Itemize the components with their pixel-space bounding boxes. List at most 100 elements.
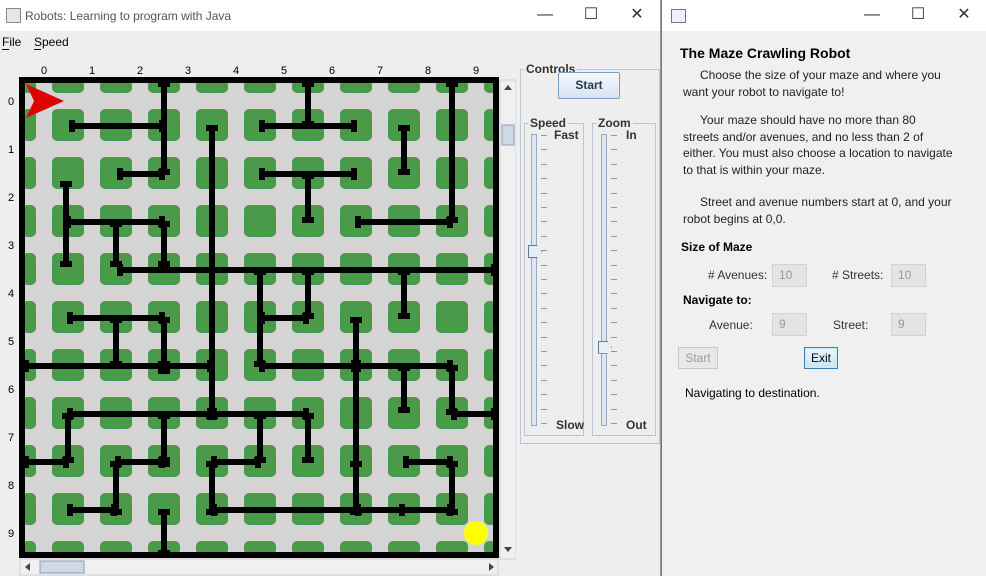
controls-start-button[interactable]: Start: [558, 72, 620, 99]
wall-post: [158, 413, 170, 419]
wall-post: [302, 269, 314, 275]
wall-post: [447, 216, 453, 228]
maximize-icon[interactable]: ☐: [568, 0, 614, 31]
wall-post: [110, 221, 122, 227]
dialog-heading: The Maze Crawling Robot: [680, 45, 851, 61]
wall-post: [60, 261, 72, 267]
wall-post: [302, 217, 314, 223]
slider-tick: [541, 408, 547, 410]
slider-tick: [611, 235, 617, 237]
avenue-label: 8: [425, 65, 431, 77]
wall-post: [67, 504, 73, 516]
wall-post: [159, 168, 165, 180]
nav-street-field[interactable]: 9: [891, 313, 926, 336]
menu-speed[interactable]: Speed: [34, 35, 69, 49]
start-button[interactable]: Start: [678, 347, 718, 369]
maximize-icon[interactable]: ☐: [895, 0, 941, 31]
size-heading: Size of Maze: [681, 240, 753, 254]
slider-tick: [611, 379, 617, 381]
close-icon[interactable]: ✕: [614, 0, 660, 31]
wall-post: [447, 504, 453, 516]
slider-tick: [541, 379, 547, 381]
wall-post: [350, 317, 362, 323]
slider-tick: [541, 192, 547, 194]
wall-post: [117, 168, 123, 180]
wall-post: [398, 125, 410, 131]
street-label: 0: [8, 96, 14, 108]
intro-paragraph: Choose the size of your maze and where y…: [683, 68, 941, 99]
destination-marker: [464, 521, 488, 545]
avenue-label: 4: [233, 65, 239, 77]
speed-slow-label: Slow: [556, 418, 585, 432]
maze-view[interactable]: 0 1 2 3 4 5 6 7 8 9 0 1 2 3 4 5 6 7 8 9: [0, 53, 516, 576]
wall-post: [254, 413, 266, 419]
city-block: [244, 205, 276, 237]
slider-tick: [541, 351, 547, 352]
slider-tick: [611, 336, 617, 338]
street-label: 1: [8, 144, 14, 156]
slider-tick: [541, 235, 547, 237]
wall-post: [63, 456, 69, 468]
avenue-label: 6: [329, 65, 335, 77]
wall-post: [302, 173, 314, 179]
street-label: 8: [8, 480, 14, 492]
wall-post: [399, 504, 405, 516]
menu-bar: File Speed: [0, 31, 660, 53]
streets-field[interactable]: 10: [891, 264, 926, 287]
slider-tick: [541, 279, 547, 280]
dialog-title-bar: — ☐ ✕: [662, 0, 986, 31]
speed-slider-track[interactable]: [531, 134, 537, 426]
speed-fast-label: Fast: [554, 128, 579, 142]
maze-canvas: 0 1 2 3 4 5 6 7 8 9 0 1 2 3 4 5 6 7 8 9: [8, 65, 516, 576]
avenue-label: 9: [473, 65, 479, 77]
wall-post: [65, 216, 71, 228]
exit-button[interactable]: Exit: [804, 347, 838, 369]
wall-post: [158, 261, 170, 267]
slider-tick: [541, 423, 547, 424]
slider-tick: [541, 135, 547, 136]
street-label: 6: [8, 384, 14, 396]
minimize-icon[interactable]: —: [522, 0, 568, 31]
wall-post: [211, 408, 217, 420]
slider-tick: [541, 207, 547, 208]
slider-tick: [611, 307, 617, 309]
horizontal-scroll-thumb: [39, 560, 85, 574]
wall-post: [211, 504, 217, 516]
close-icon[interactable]: ✕: [941, 0, 986, 31]
wall-post: [69, 120, 75, 132]
mnemonic-underline: [2, 49, 9, 50]
slider-tick: [541, 365, 547, 367]
dialog-window: — ☐ ✕ The Maze Crawling Robot Choose the…: [661, 0, 986, 576]
title-bar: Robots: Learning to program with Java — …: [0, 0, 660, 31]
slider-tick: [541, 307, 547, 309]
wall-post: [355, 216, 361, 228]
nav-avenue-field[interactable]: 9: [772, 313, 807, 336]
zoom-slider-track[interactable]: [601, 134, 607, 426]
slider-tick: [611, 394, 617, 396]
wall-post: [110, 361, 122, 367]
wall-post: [302, 457, 314, 463]
city-block: [436, 301, 468, 333]
wall-post: [117, 264, 123, 276]
wall-post: [355, 360, 361, 372]
zoom-in-label: In: [626, 128, 637, 142]
wall-post: [62, 413, 74, 419]
slider-tick: [611, 351, 617, 352]
avenues-field[interactable]: 10: [772, 264, 807, 287]
wall-post: [351, 120, 357, 132]
avenue-label: 0: [41, 65, 47, 77]
main-window: Robots: Learning to program with Java — …: [0, 0, 661, 576]
wall-post: [355, 504, 361, 516]
wall-post: [158, 221, 170, 227]
minimize-icon[interactable]: —: [849, 0, 895, 31]
menu-file[interactable]: File: [2, 35, 21, 49]
slider-tick: [541, 394, 547, 396]
vertical-scroll-thumb: [501, 124, 515, 146]
info-paragraph: Street and avenue numbers start at 0, an…: [683, 195, 952, 226]
nav-street-label: Street:: [833, 318, 869, 332]
wall-post: [303, 312, 309, 324]
wall-post: [398, 313, 410, 319]
wall-post: [110, 317, 122, 323]
wall-post: [158, 509, 170, 515]
slider-tick: [541, 178, 547, 180]
